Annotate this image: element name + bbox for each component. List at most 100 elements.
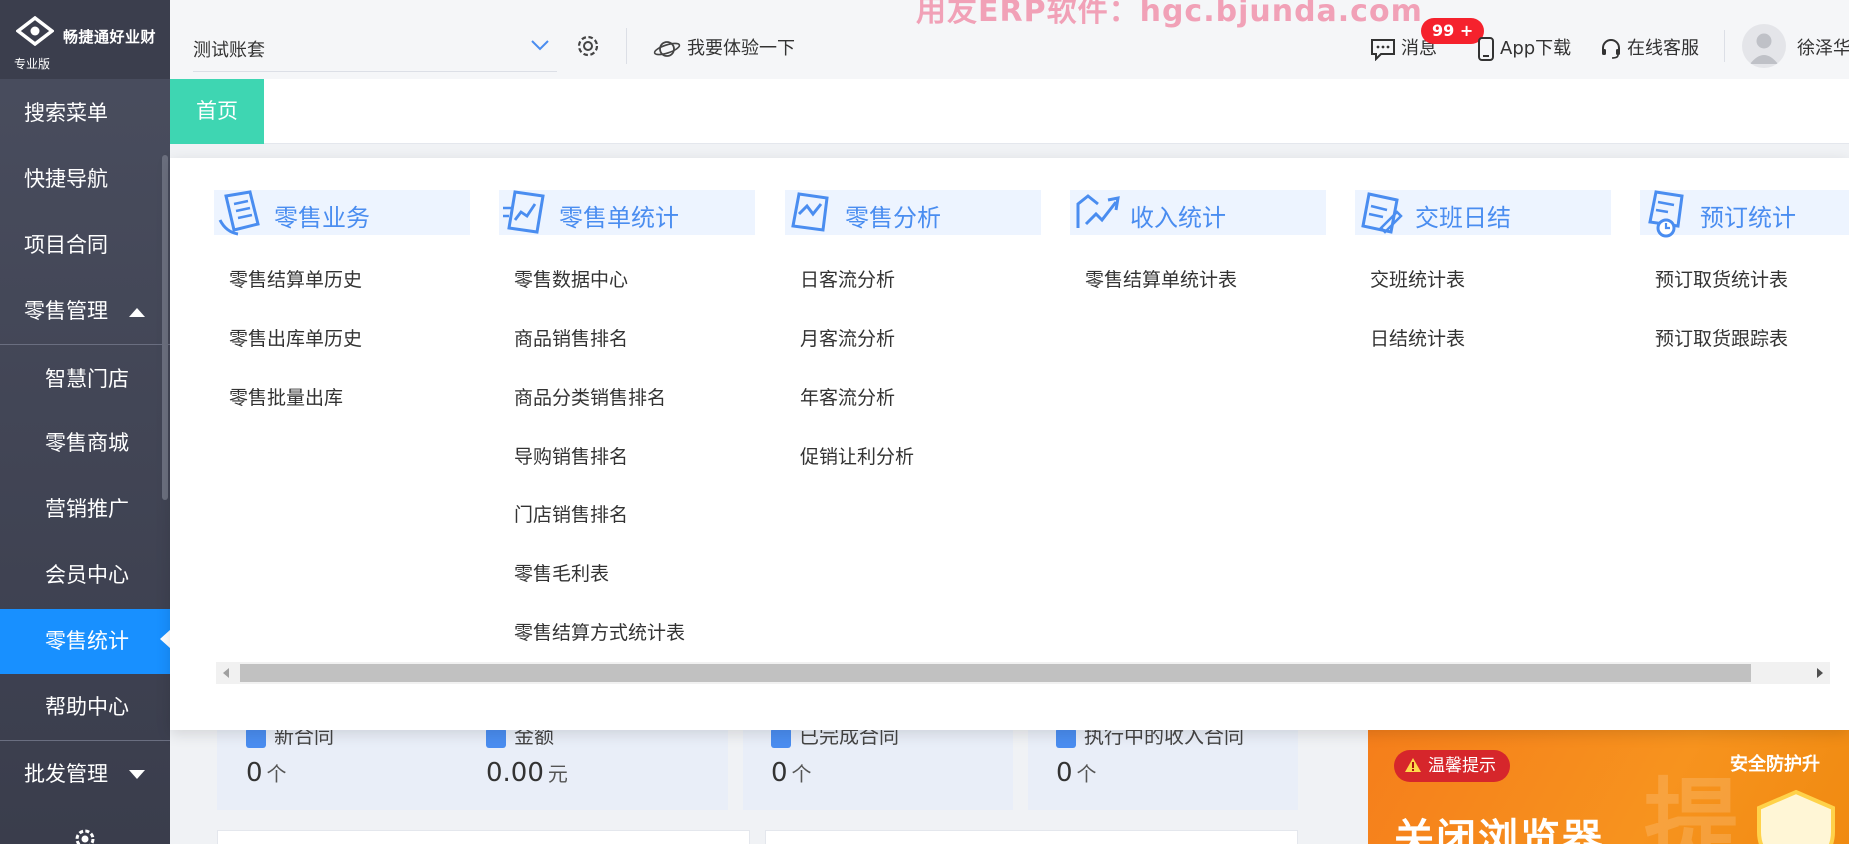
menu-item-settlement-method-stats[interactable]: 零售结算方式统计表: [514, 618, 685, 645]
menu-item-monthly-traffic[interactable]: 月客流分析: [800, 324, 895, 351]
sidebar-item-label: 搜索菜单: [24, 101, 108, 125]
menu-column-header: 零售业务: [214, 190, 470, 236]
settings-gear-icon[interactable]: [575, 33, 601, 59]
menu-item-product-sales-ranking[interactable]: 商品销售排名: [514, 324, 628, 351]
sidebar-item-search-menu[interactable]: 搜索菜单: [0, 82, 170, 144]
sidebar-item-marketing[interactable]: 营销推广: [0, 478, 170, 540]
menu-horizontal-scrollbar[interactable]: [216, 662, 1830, 684]
menu-item-daily-traffic[interactable]: 日客流分析: [800, 265, 895, 292]
avatar[interactable]: [1742, 24, 1786, 68]
sidebar-item-retail-management[interactable]: 零售管理: [0, 280, 170, 342]
reservation-clock-icon: [1648, 190, 1684, 238]
menu-item-yearly-traffic[interactable]: 年客流分析: [800, 383, 895, 410]
gear-icon[interactable]: [72, 826, 98, 844]
menu-item-settlement-stats[interactable]: 零售结算单统计表: [1085, 265, 1237, 292]
caret-up-icon: [128, 308, 145, 317]
lower-card-left: [217, 830, 750, 844]
sidebar-item-help-center[interactable]: 帮助中心: [0, 676, 170, 738]
stat-value-number: 0.00: [486, 758, 544, 788]
menu-item-store-sales-ranking[interactable]: 门店销售排名: [514, 500, 628, 527]
clock-icon: [1056, 727, 1076, 748]
stat-value-unit: 元: [547, 762, 568, 786]
promo-headline: 关闭浏览器: [1394, 816, 1604, 844]
tab-bar: 首页: [170, 79, 1849, 144]
menu-item-retail-batch-outbound[interactable]: 零售批量出库: [229, 383, 343, 410]
menu-column-title: 零售分析: [845, 204, 941, 232]
menu-column-retail-business: 零售业务 零售结算单历史 零售出库单历史 零售批量出库: [214, 190, 470, 409]
menu-column-reservation-stats: 预订统计 预订取货统计表 预订取货跟踪表: [1640, 190, 1849, 350]
chat-icon: [1371, 39, 1395, 62]
header-divider: [626, 28, 627, 64]
sidebar-item-quick-nav[interactable]: 快捷导航: [0, 148, 170, 210]
stat-value-number: 0: [1056, 758, 1073, 788]
menu-item-guide-sales-ranking[interactable]: 导购销售排名: [514, 442, 628, 469]
menu-column-shift-daily-close: 交班日结 交班统计表 日结统计表: [1355, 190, 1611, 350]
promo-tip-text: 温馨提示: [1428, 756, 1496, 776]
sidebar-item-label: 项目合同: [24, 233, 108, 257]
warning-icon: [1405, 758, 1421, 772]
headset-icon: [1602, 39, 1620, 59]
retail-business-icon: [218, 190, 260, 236]
analysis-icon: [791, 192, 829, 232]
contract-icon: [246, 727, 266, 748]
sidebar-item-label: 营销推广: [45, 497, 129, 521]
income-icon: [1076, 194, 1120, 228]
sidebar-item-project-contract[interactable]: 项目合同: [0, 214, 170, 276]
sidebar-item-retail-mall[interactable]: 零售商城: [0, 412, 170, 474]
sidebar-item-retail-statistics[interactable]: 零售统计: [0, 609, 170, 674]
sidebar-divider: [0, 740, 170, 741]
money-icon: [486, 727, 506, 748]
menu-item-reservation-pickup-stats[interactable]: 预订取货统计表: [1655, 265, 1788, 292]
menu-column-retail-order-stats: 零售单统计 零售数据中心 商品销售排名 商品分类销售排名 导购销售排名 门店销售…: [499, 190, 755, 644]
account-select[interactable]: 测试账套: [193, 28, 557, 72]
menu-item-retail-data-center[interactable]: 零售数据中心: [514, 265, 628, 292]
sidebar-item-label: 会员中心: [45, 563, 129, 587]
shield-icon: [1757, 789, 1835, 844]
app-download-link[interactable]: App下载: [1477, 34, 1571, 61]
sidebar-item-member-center[interactable]: 会员中心: [0, 544, 170, 606]
menu-column-header: 预订统计: [1640, 190, 1849, 238]
active-indicator: [160, 630, 170, 648]
tab-home[interactable]: 首页: [170, 79, 264, 144]
menu-column-title: 零售业务: [274, 204, 370, 232]
sidebar-item-label: 快捷导航: [24, 167, 108, 191]
stat-value-unit: 个: [1076, 762, 1097, 786]
menu-item-retail-gross-profit[interactable]: 零售毛利表: [514, 559, 609, 586]
menu-item-daily-close-stats[interactable]: 日结统计表: [1370, 324, 1465, 351]
sidebar-item-smart-store[interactable]: 智慧门店: [0, 348, 170, 410]
menu-item-retail-settlement-history[interactable]: 零售结算单历史: [229, 265, 362, 292]
online-support-link[interactable]: 在线客服: [1600, 34, 1699, 60]
menu-item-retail-outbound-history[interactable]: 零售出库单历史: [229, 324, 362, 351]
scroll-left-arrow-icon[interactable]: [223, 668, 229, 678]
menu-item-reservation-pickup-tracking[interactable]: 预订取货跟踪表: [1655, 324, 1788, 351]
menu-item-category-sales-ranking[interactable]: 商品分类销售排名: [514, 383, 666, 410]
retail-statistics-menu-panel: [170, 158, 1849, 730]
logo-area[interactable]: 畅捷通好业财 专业版: [0, 0, 170, 79]
sidebar-item-wholesale-management[interactable]: 批发管理: [0, 743, 170, 805]
chart-document-icon: [503, 190, 545, 234]
brand-name: 畅捷通好业财: [63, 28, 157, 46]
stat-value-unit: 个: [266, 762, 287, 786]
menu-column-header: 收入统计: [1070, 190, 1326, 235]
stat-value-number: 0: [246, 758, 263, 788]
try-experience-link[interactable]: 我要体验一下: [653, 34, 795, 60]
sidebar: 畅捷通好业财 专业版 搜索菜单 快捷导航 项目合同 零售管理 智慧门店 零售商城…: [0, 0, 170, 844]
sidebar-scrollbar[interactable]: [162, 155, 168, 500]
menu-item-shift-stats[interactable]: 交班统计表: [1370, 265, 1465, 292]
menu-item-promotion-analysis[interactable]: 促销让利分析: [800, 442, 914, 469]
check-icon: [771, 727, 791, 748]
watermark-text: 用友ERP软件：hgc.bjunda.com: [916, 0, 1423, 29]
scrollbar-thumb[interactable]: [240, 664, 1751, 682]
stat-value-amount: 0.00 元: [486, 758, 568, 788]
brand-logo-icon: [16, 16, 54, 46]
security-promo-banner[interactable]: 提 温馨提示 安全防护升 关闭浏览器: [1368, 728, 1849, 844]
chevron-down-icon: [531, 40, 549, 51]
sidebar-item-label: 零售统计: [45, 629, 129, 653]
account-select-value: 测试账套: [193, 40, 265, 61]
lower-card-right: [765, 830, 1298, 844]
user-name[interactable]: 徐泽华: [1797, 34, 1849, 60]
scroll-right-arrow-icon[interactable]: [1817, 668, 1823, 678]
menu-column-title: 零售单统计: [559, 204, 679, 232]
header-divider: [1724, 30, 1725, 62]
promo-right-text: 安全防护升: [1730, 754, 1820, 775]
